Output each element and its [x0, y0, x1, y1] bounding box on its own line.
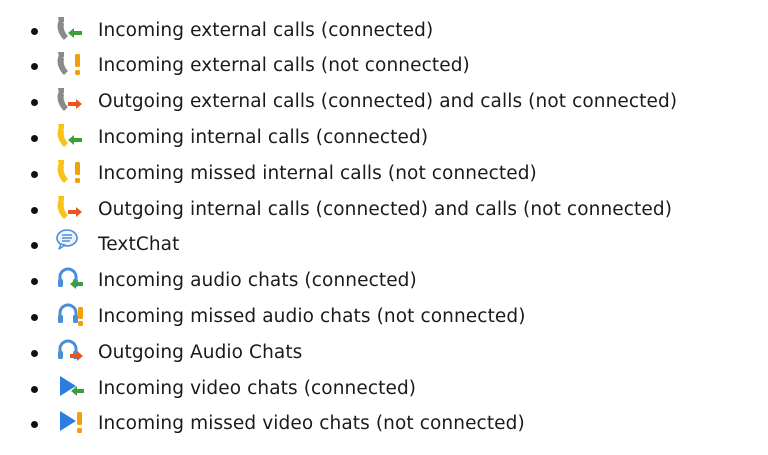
missed-internal-call-icon	[52, 157, 86, 187]
legend-label: Incoming external calls (not connected)	[98, 55, 470, 76]
bullet	[31, 350, 38, 357]
legend-label: Outgoing Audio Chats	[98, 342, 303, 363]
incoming-video-chat-icon	[52, 372, 86, 402]
legend-item-incoming-internal-call: Incoming internal calls (connected)	[0, 119, 768, 155]
legend-item-outgoing-internal-call: Outgoing internal calls (connected) and …	[0, 191, 768, 227]
bullet	[31, 278, 38, 285]
legend-item-incoming-video-chat: Incoming video chats (connected)	[0, 370, 768, 406]
legend-item-missed-audio-chat: Incoming missed audio chats (not connect…	[0, 298, 768, 334]
bullet	[31, 314, 38, 321]
legend-label: Incoming missed video chats (not connect…	[98, 413, 525, 434]
missed-external-call-icon	[52, 49, 86, 79]
legend-label: Incoming missed audio chats (not connect…	[98, 306, 526, 327]
text-chat-icon	[52, 228, 86, 258]
incoming-internal-call-icon	[52, 121, 86, 151]
bullet	[31, 135, 38, 142]
missed-video-chat-icon	[52, 407, 86, 437]
incoming-external-call-icon	[52, 14, 86, 44]
bullet	[31, 421, 38, 428]
incoming-audio-chat-icon	[52, 264, 86, 294]
legend-label: Outgoing internal calls (connected) and …	[98, 199, 673, 220]
legend-label: Incoming audio chats (connected)	[98, 270, 417, 291]
bullet	[31, 63, 38, 70]
legend-label: Incoming external calls (connected)	[98, 20, 434, 41]
bullet	[31, 171, 38, 178]
legend-item-outgoing-external-call: Outgoing external calls (connected) and …	[0, 83, 768, 119]
outgoing-audio-chat-icon	[52, 336, 86, 366]
outgoing-internal-call-icon	[52, 193, 86, 223]
legend-item-missed-video-chat: Incoming missed video chats (not connect…	[0, 405, 768, 441]
legend-label: Incoming video chats (connected)	[98, 378, 417, 399]
legend-item-outgoing-audio-chat: Outgoing Audio Chats	[0, 334, 768, 370]
bullet	[31, 386, 38, 393]
legend-item-missed-external-call: Incoming external calls (not connected)	[0, 47, 768, 83]
legend-item-incoming-external-call: Incoming external calls (connected)	[0, 12, 768, 48]
outgoing-external-call-icon	[52, 85, 86, 115]
legend-label: Incoming missed internal calls (not conn…	[98, 163, 537, 184]
legend-item-text-chat: TextChat	[0, 226, 768, 262]
legend-item-missed-internal-call: Incoming missed internal calls (not conn…	[0, 155, 768, 191]
bullet	[31, 28, 38, 35]
bullet	[31, 207, 38, 214]
legend-label: TextChat	[98, 234, 180, 255]
bullet	[31, 242, 38, 249]
legend-label: Outgoing external calls (connected) and …	[98, 91, 678, 112]
missed-audio-chat-icon	[52, 300, 86, 330]
legend-item-incoming-audio-chat: Incoming audio chats (connected)	[0, 262, 768, 298]
legend-label: Incoming internal calls (connected)	[98, 127, 429, 148]
bullet	[31, 99, 38, 106]
